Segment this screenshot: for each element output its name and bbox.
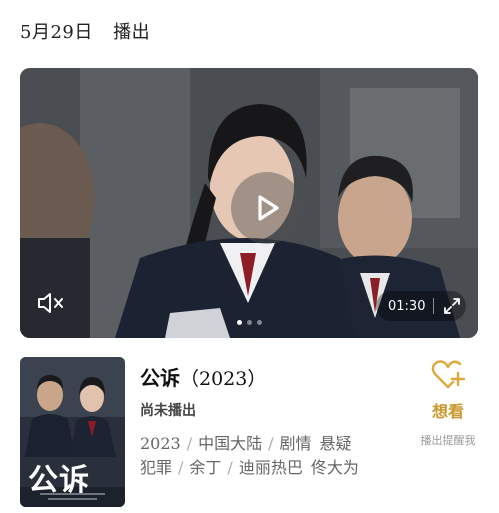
show-meta: 2023/中国大陆 / 剧情 悬疑 犯罪 / 余丁 / 迪丽热巴 佟大为 xyxy=(140,432,410,480)
carousel-dot-active xyxy=(236,320,242,325)
show-title[interactable]: 公诉（2023） xyxy=(140,362,410,391)
show-poster[interactable]: 公诉 xyxy=(20,357,125,507)
meta-region: 中国大陆 xyxy=(198,434,263,453)
meta-actor: 迪丽热巴 xyxy=(238,458,303,477)
meta-line-1: 2023/中国大陆 / 剧情 悬疑 xyxy=(140,434,352,453)
mute-button[interactable] xyxy=(36,290,66,316)
air-date: 5月29日 xyxy=(20,22,93,43)
meta-genre: 剧情 xyxy=(279,434,312,453)
air-status: 尚未播出 xyxy=(140,403,196,419)
show-info: 公诉（2023） 尚未播出 2023/中国大陆 / 剧情 悬疑 犯罪 / 余丁 / 迪丽热巴佟… xyxy=(140,362,410,480)
meta-genre: 悬疑 xyxy=(319,434,352,453)
show-year: （2023） xyxy=(180,368,267,390)
play-icon xyxy=(258,195,279,221)
meta-director: 余丁 xyxy=(189,458,222,477)
meta-year: 2023 xyxy=(140,434,181,453)
carousel-dot xyxy=(256,320,262,325)
video-duration: 01:30 xyxy=(388,298,426,314)
air-status-header: 播出 xyxy=(113,22,151,43)
meta-line-2: 犯罪 / 余丁 / 迪丽热巴 佟大为 xyxy=(140,458,359,477)
air-date-header: 5月29日 播出 xyxy=(20,18,150,44)
divider xyxy=(433,298,435,314)
want-to-watch-button[interactable]: 想看 播出提醒我 xyxy=(412,360,484,448)
video-controls-pill: 01:30 xyxy=(376,291,466,321)
video-player[interactable]: 01:30 xyxy=(20,68,478,338)
air-reminder-label: 播出提醒我 xyxy=(420,434,476,447)
speaker-muted-icon xyxy=(38,293,63,313)
play-button[interactable] xyxy=(231,172,303,244)
meta-actor: 佟大为 xyxy=(310,458,359,477)
meta-genre: 犯罪 xyxy=(140,458,173,477)
heart-plus-icon xyxy=(431,360,465,389)
carousel-dot xyxy=(246,320,252,325)
fullscreen-icon[interactable] xyxy=(442,296,462,316)
poster-title: 公诉 xyxy=(28,463,90,498)
show-title-text: 公诉 xyxy=(140,366,180,390)
want-to-watch-label: 想看 xyxy=(431,402,464,421)
